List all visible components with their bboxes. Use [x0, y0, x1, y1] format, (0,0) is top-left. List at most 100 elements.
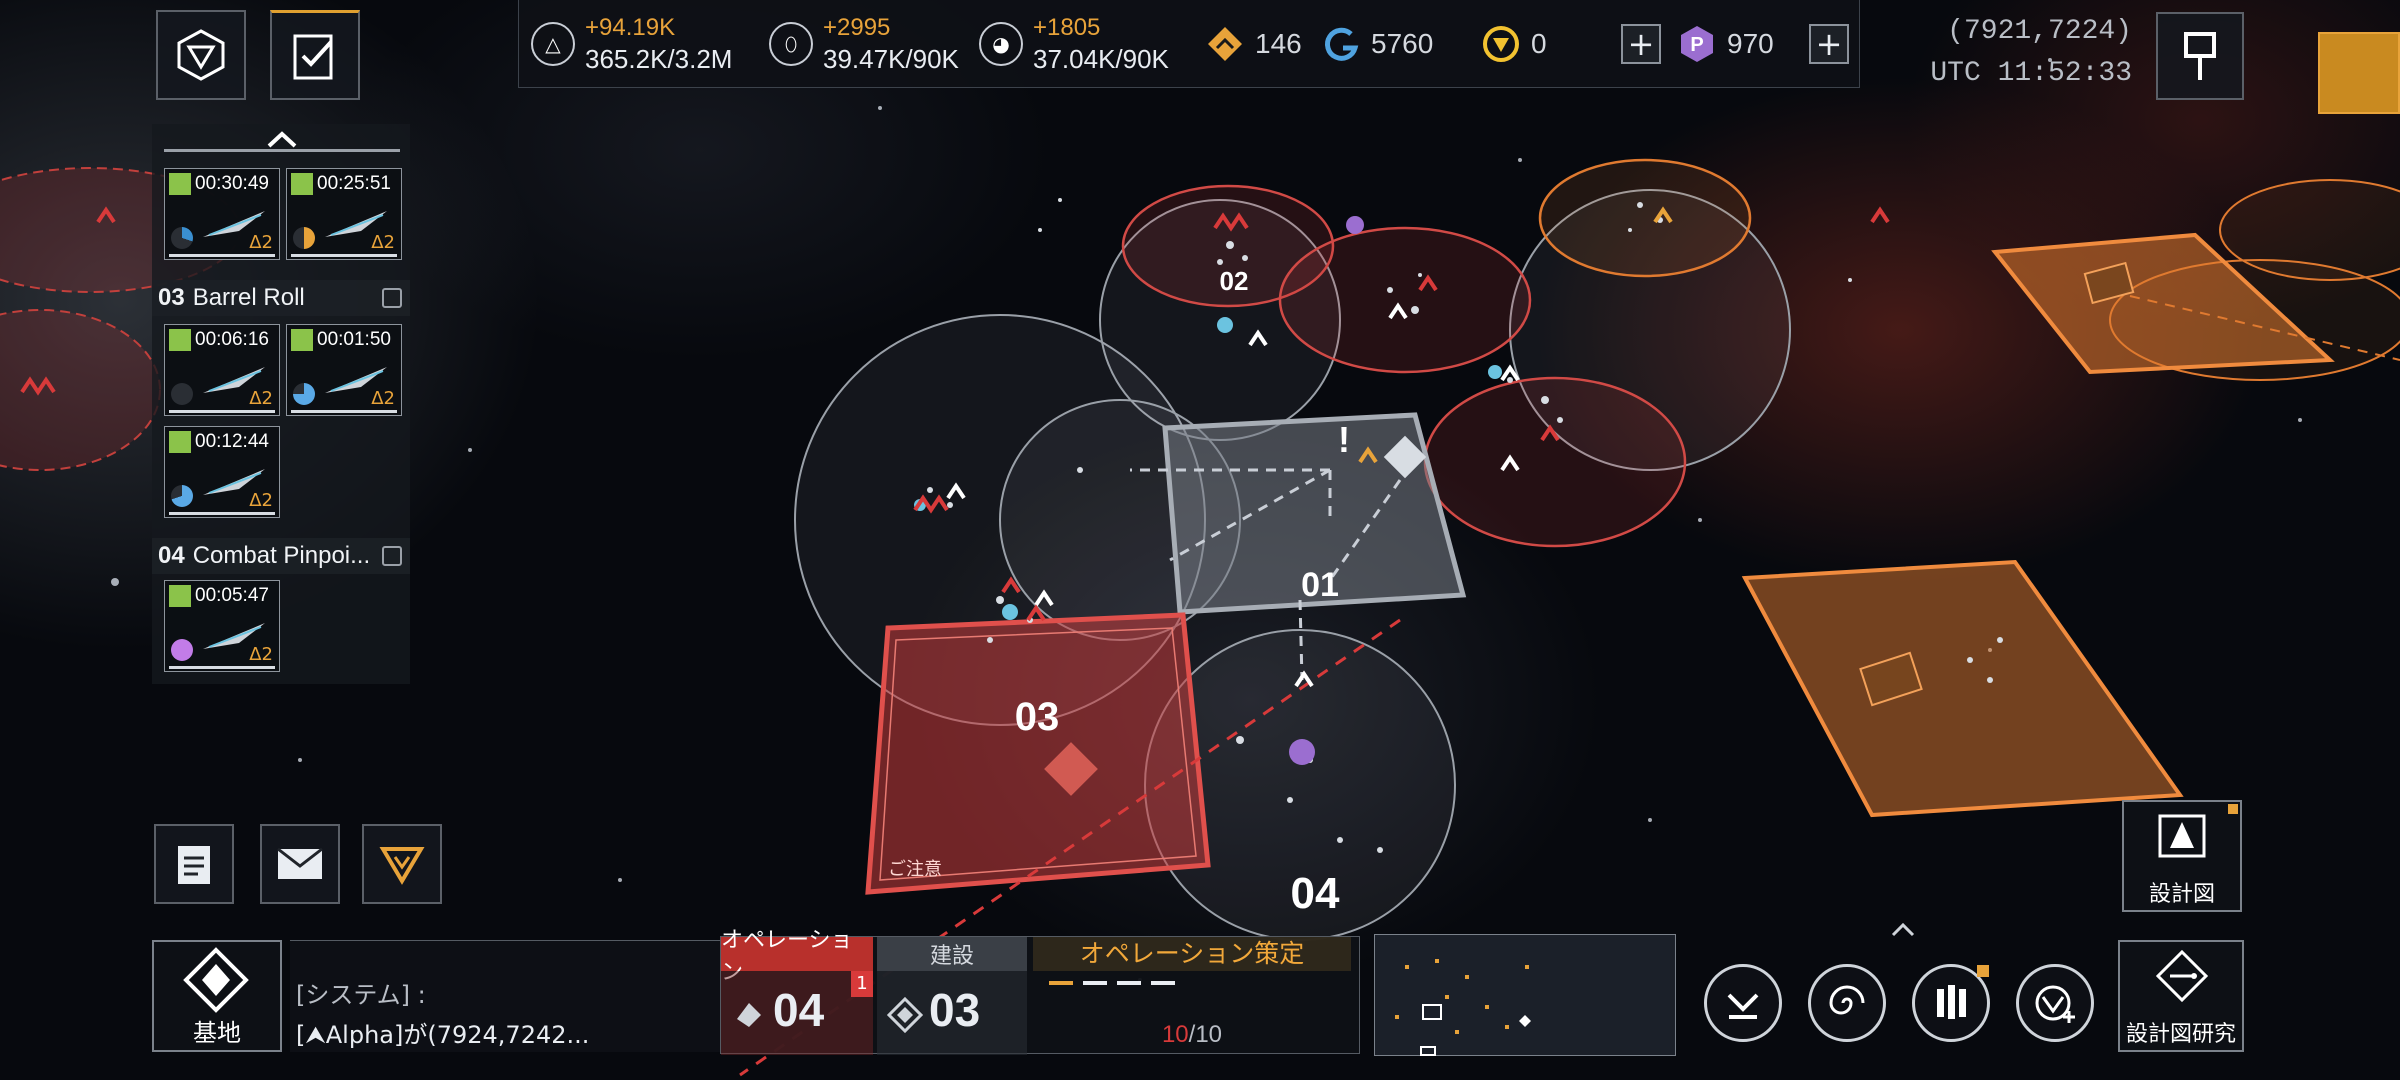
metal-icon: △: [531, 22, 575, 66]
fleet-bar: [169, 254, 275, 257]
base-icon: [183, 947, 249, 1013]
fleet-group-name: Barrel Roll: [192, 284, 305, 311]
research-button[interactable]: [1912, 964, 1990, 1042]
fleet-status-icon: [291, 173, 313, 195]
galaxy-button[interactable]: [1808, 964, 1886, 1042]
build-icon: [887, 997, 923, 1033]
blueprint-label: 設計図: [2148, 882, 2215, 907]
gold-icon: [1483, 26, 1519, 62]
rank-points[interactable]: 146: [1205, 20, 1302, 68]
zone-03-label: 03: [1015, 695, 1060, 739]
collect-button[interactable]: [1704, 964, 1782, 1042]
premium-icon: P: [1681, 26, 1713, 62]
tab-operation[interactable]: オペレーション: [721, 928, 873, 985]
plan-max: /10: [1188, 1021, 1223, 1048]
operations-panel: オペレーション 建設 1 04 03 オペレーション策定 10/10: [720, 928, 1360, 1055]
premium-currency[interactable]: P 970: [1677, 20, 1774, 68]
gold[interactable]: 0: [1481, 20, 1547, 68]
progress-pie-icon: [293, 383, 315, 405]
circuit-diamond-icon: [2155, 949, 2209, 1003]
chevron-up-icon: [267, 131, 297, 148]
deuterium-amount: 37.04K/90K: [1033, 44, 1169, 74]
allied-territory[interactable]: [1538, 158, 1752, 278]
tab-build[interactable]: 建設: [877, 937, 1027, 971]
blueprint-research-label: 設計図研究: [2125, 1022, 2236, 1047]
chat-preview[interactable]: [システム] : [⮝Alpha]が(7924,7242...: [290, 940, 720, 1052]
fleet-group-number: 04: [158, 542, 185, 569]
expand-toolbar[interactable]: [1890, 922, 1916, 938]
reports-button[interactable]: [154, 824, 234, 904]
fleet-status-icon: [169, 585, 191, 607]
add-gold-button[interactable]: +: [1621, 24, 1661, 64]
server-time: UTC 11:52:33: [1930, 58, 2132, 89]
chat-message: [⮝Alpha]が(7924,7242...: [296, 1021, 590, 1049]
credits-value: 5760: [1371, 28, 1434, 59]
blueprint-icon: [2158, 814, 2206, 858]
fleet-status-icon: [291, 329, 313, 351]
chat-sender: [システム] :: [296, 981, 426, 1009]
clipboard-icon: [178, 846, 210, 884]
group-link-icon[interactable]: [382, 546, 402, 566]
metal-amount: 365.2K/3.2M: [585, 44, 733, 74]
zone-04-label: 04: [1291, 869, 1340, 918]
credits-icon: [1325, 27, 1359, 61]
fleet-slot[interactable]: 00:05:47 Δ2: [164, 580, 280, 672]
fleet-slot[interactable]: 00:01:50 Δ2: [286, 324, 402, 416]
zone-03[interactable]: [865, 612, 1211, 895]
alert-icon[interactable]: !: [1338, 419, 1350, 460]
crystal-gain: +2995: [823, 14, 891, 41]
base-button[interactable]: 基地: [152, 940, 282, 1052]
chevron-up-icon: [1891, 922, 1915, 937]
fleet-timer: 00:01:50: [317, 329, 391, 350]
fleet-panel-collapse[interactable]: [164, 130, 400, 152]
rank-icon: [1208, 27, 1242, 61]
fleet-build-button[interactable]: [2016, 964, 2094, 1042]
fleet-tier: Δ2: [249, 490, 273, 511]
fleet-slot[interactable]: 00:12:44 Δ2: [164, 426, 280, 518]
fleet-timer: 00:25:51: [317, 173, 391, 194]
fleet-tier: Δ2: [371, 232, 395, 253]
fleet-slot[interactable]: 00:06:16 Δ2: [164, 324, 280, 416]
fleet-timer: 00:30:49: [195, 173, 269, 194]
fleet-timer: 00:12:44: [195, 431, 269, 452]
zone-01-label: 01: [1301, 566, 1339, 604]
alliance-button[interactable]: [156, 10, 246, 100]
operation-icon: [737, 1003, 761, 1027]
operation-count: 04: [773, 984, 825, 1036]
deuterium-gain: +1805: [1033, 14, 1101, 41]
fleet-bar: [169, 512, 275, 515]
event-button[interactable]: [2318, 32, 2400, 114]
group-link-icon[interactable]: [382, 288, 402, 308]
planet-icon[interactable]: [1346, 216, 1364, 234]
alliance-chat-button[interactable]: [362, 824, 442, 904]
fleet-group-03[interactable]: 03 Barrel Roll: [152, 280, 410, 316]
operation-plan[interactable]: オペレーション策定 10/10: [1033, 937, 1351, 1055]
blueprint-button[interactable]: 設計図: [2122, 800, 2242, 912]
fleet-bar: [291, 254, 397, 257]
fleet-tier: Δ2: [249, 232, 273, 253]
deuterium-icon: ◕: [979, 22, 1023, 66]
minimap[interactable]: [1374, 934, 1676, 1056]
build-count: 03: [929, 984, 981, 1036]
planet-icon[interactable]: [1289, 739, 1315, 765]
bookmark-button[interactable]: [2156, 12, 2244, 100]
blueprint-research-button[interactable]: 設計図研究: [2118, 940, 2244, 1052]
credits[interactable]: 5760: [1321, 20, 1433, 68]
progress-pie-icon: [171, 227, 193, 249]
fleet-slot[interactable]: 00:25:51 Δ2: [286, 168, 402, 260]
fleet-group-04[interactable]: 04 Combat Pinpoi...: [152, 538, 410, 574]
add-premium-button[interactable]: +: [1809, 24, 1849, 64]
fleet-slot[interactable]: 00:30:49 Δ2: [164, 168, 280, 260]
bottom-bar: 基地 [システム] : [⮝Alpha]が(7924,7242... オペレーシ…: [152, 922, 2246, 1056]
mail-button[interactable]: [260, 824, 340, 904]
fleet-status-icon: [169, 329, 191, 351]
missions-button[interactable]: [270, 10, 360, 100]
download-arrow-icon: [1727, 993, 1759, 1019]
svg-text:P: P: [1690, 34, 1703, 56]
base-label: 基地: [193, 1019, 241, 1047]
orange-zone[interactable]: [1741, 559, 2184, 818]
fleet-bar: [169, 666, 275, 669]
zone-02-label: 02: [1220, 266, 1249, 296]
resource-bar: △ +94.19K 365.2K/3.2M ⬯ +2995 39.47K/90K…: [518, 0, 1860, 88]
fleet-group-name: Combat Pinpoi...: [192, 542, 371, 569]
